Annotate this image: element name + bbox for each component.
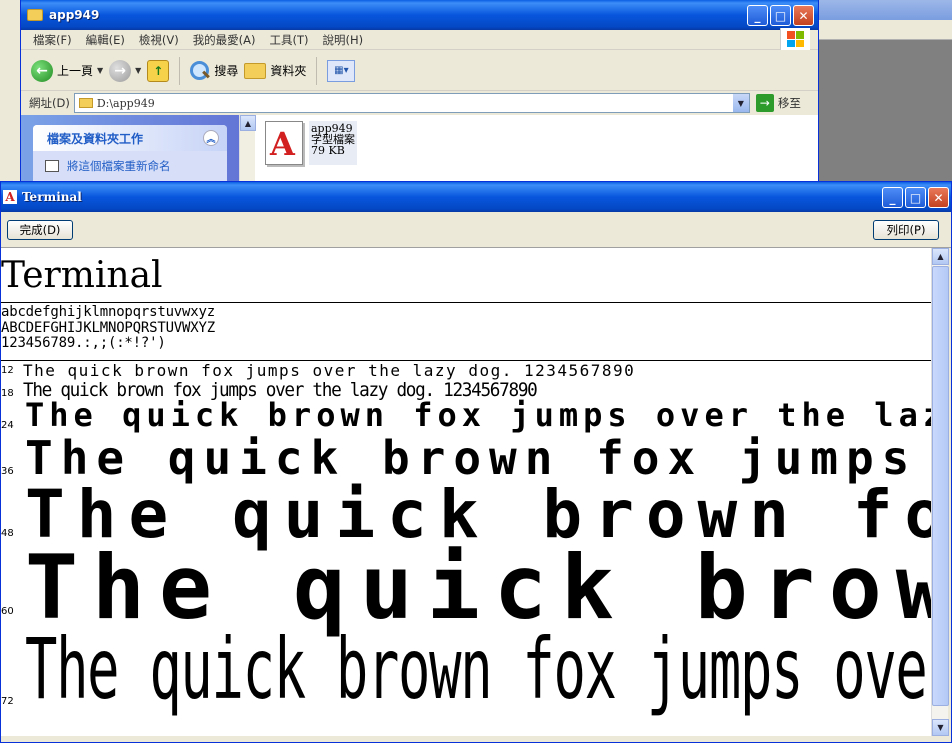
font-preview-area: Terminal abcdefghijklmnopqrstuvwxyz ABCDE… [1,248,932,736]
search-label: 搜尋 [214,64,239,78]
done-button[interactable]: 完成(D) [7,220,73,240]
rename-label: 將這個檔案重新命名 [67,159,171,173]
scroll-thumb[interactable] [932,266,949,706]
views-icon: ▦▾ [327,59,356,82]
file-details: app949 字型檔案 79 KB [309,121,357,165]
folders-label: 資料夾 [270,64,307,78]
charset-lowercase: abcdefghijklmnopqrstuvwxyz [1,304,215,320]
scroll-up-icon[interactable]: ▲ [932,248,949,265]
back-button[interactable]: ← 上一頁 ▼ [31,59,103,82]
menu-help[interactable]: 說明(H) [323,32,364,48]
menu-edit[interactable]: 編輯(E) [86,32,125,48]
up-folder-icon[interactable]: ↑ [147,59,170,82]
go-button[interactable]: → 移至 [755,94,801,112]
back-dropdown-icon[interactable]: ▼ [97,66,103,75]
search-icon [190,60,210,81]
maximize-button[interactable]: □ [905,187,926,208]
address-dropdown-icon[interactable]: ▼ [732,94,749,112]
file-size: 79 KB [311,144,345,157]
explorer-window-controls: _ □ ✕ [747,5,814,26]
go-arrow-icon: → [755,94,774,112]
close-button[interactable]: ✕ [793,5,814,26]
sample-size-label: 48 [1,528,14,539]
folders-button[interactable]: 資料夾 [244,62,306,79]
forward-button[interactable]: → ▼ [109,59,141,82]
sample-text: The quick brown fox jumps over the laz [25,396,932,434]
font-file-item[interactable]: A app949 字型檔案 79 KB [265,121,357,165]
file-tasks-header[interactable]: 檔案及資料夾工作 ︽ [33,125,227,151]
file-tasks-panel: 檔案及資料夾工作 ︽ 將這個檔案重新命名 [33,125,227,181]
back-label: 上一頁 [57,64,94,78]
font-viewer-toolbar: 完成(D) 列印(P) [1,212,951,248]
sample-text: The quick brown fox jumps over the lazy … [23,361,636,380]
explorer-title: app949 [49,8,100,22]
sample-size-label: 18 [1,388,14,399]
address-value: D:\app949 [96,96,155,110]
background-window-menubar [818,20,952,40]
folder-icon [27,9,43,21]
menu-tools[interactable]: 工具(T) [270,32,309,48]
sample-size-label: 24 [1,420,14,431]
sample-size-label: 36 [1,466,14,477]
preview-scrollbar[interactable]: ▲ ▼ [931,248,949,736]
minimize-button[interactable]: _ [882,187,903,208]
address-label: 網址(D) [29,96,70,110]
go-label: 移至 [777,96,801,110]
forward-dropdown-icon[interactable]: ▼ [135,66,141,75]
font-viewer-title: Terminal [22,190,82,204]
font-viewer-window: A Terminal _ □ ✕ 完成(D) 列印(P) Terminal ab… [0,181,952,743]
scroll-up-icon[interactable]: ▲ [240,115,256,131]
sample-size-label: 12 [1,365,14,376]
forward-arrow-icon: → [109,59,132,82]
windows-logo-icon [780,28,810,50]
explorer-window: app949 _ □ ✕ 檔案(F) 編輯(E) 檢視(V) 我的最愛(A) 工… [20,0,819,190]
search-button[interactable]: 搜尋 [190,60,239,81]
maximize-button[interactable]: □ [770,5,791,26]
print-button[interactable]: 列印(P) [873,220,939,240]
menu-favorites[interactable]: 我的最愛(A) [193,32,256,48]
address-input[interactable]: D:\app949 ▼ [73,93,750,113]
font-viewer-titlebar[interactable]: A Terminal _ □ ✕ [1,182,951,212]
font-name-heading: Terminal [1,255,163,296]
charset-numbers: 123456789.:,;(:*!?') [1,335,166,351]
collapse-chevron-icon[interactable]: ︽ [203,130,219,146]
font-viewer-window-controls: _ □ ✕ [882,187,949,208]
background-window-titlebar [818,0,952,20]
tasks-pane: 檔案及資料夾工作 ︽ 將這個檔案重新命名 [21,115,239,189]
font-app-icon: A [3,190,17,204]
tasks-scrollbar[interactable]: ▲ [239,115,256,189]
menu-file[interactable]: 檔案(F) [33,32,72,48]
character-set: abcdefghijklmnopqrstuvwxyz ABCDEFGHIJKLMN… [1,304,215,352]
background-window-edge [0,0,22,185]
sample-size-label: 72 [1,696,14,707]
scroll-down-icon[interactable]: ▼ [932,719,949,736]
menu-bar: 檔案(F) 編輯(E) 檢視(V) 我的最愛(A) 工具(T) 說明(H) [21,30,818,50]
font-file-icon: A [265,121,303,165]
views-button[interactable]: ▦▾ [327,59,356,82]
explorer-content: 檔案及資料夾工作 ︽ 將這個檔案重新命名 ▲ A app949 字型檔案 79 … [21,115,818,189]
sample-text: The quick brown fox jumps over the la [25,620,932,718]
file-tasks-title: 檔案及資料夾工作 [47,131,144,146]
address-bar: 網址(D) D:\app949 ▼ → 移至 [21,92,818,114]
toolbar-separator [179,56,181,85]
rename-task[interactable]: 將這個檔案重新命名 [33,151,227,181]
sample-size-label: 60 [1,606,14,617]
back-arrow-icon: ← [31,59,53,82]
explorer-titlebar[interactable]: app949 [21,0,818,30]
folder-icon [78,98,93,108]
rename-icon [45,160,59,172]
toolbar-separator [316,56,318,85]
explorer-toolbar: ← 上一頁 ▼ → ▼ ↑ 搜尋 資料夾 ▦▾ [21,51,818,91]
menu-view[interactable]: 檢視(V) [139,32,179,48]
folders-icon [244,62,267,79]
charset-uppercase: ABCDEFGHIJKLMNOPQRSTUVWXYZ [1,319,215,336]
divider [1,302,932,303]
minimize-button[interactable]: _ [747,5,768,26]
close-button[interactable]: ✕ [928,187,949,208]
